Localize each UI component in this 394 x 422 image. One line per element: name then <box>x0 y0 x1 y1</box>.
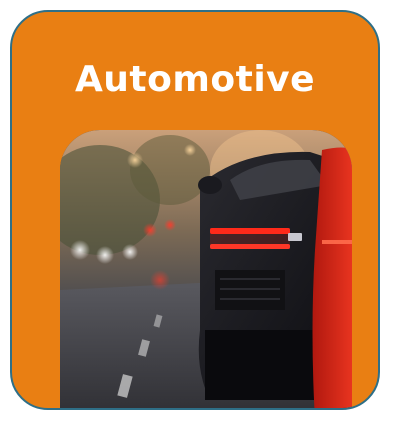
tile-title: Automotive <box>74 59 316 100</box>
car-photo <box>60 130 352 408</box>
sports-car-rear-image <box>60 130 352 408</box>
automotive-category-tile[interactable]: Automotive <box>10 10 380 410</box>
